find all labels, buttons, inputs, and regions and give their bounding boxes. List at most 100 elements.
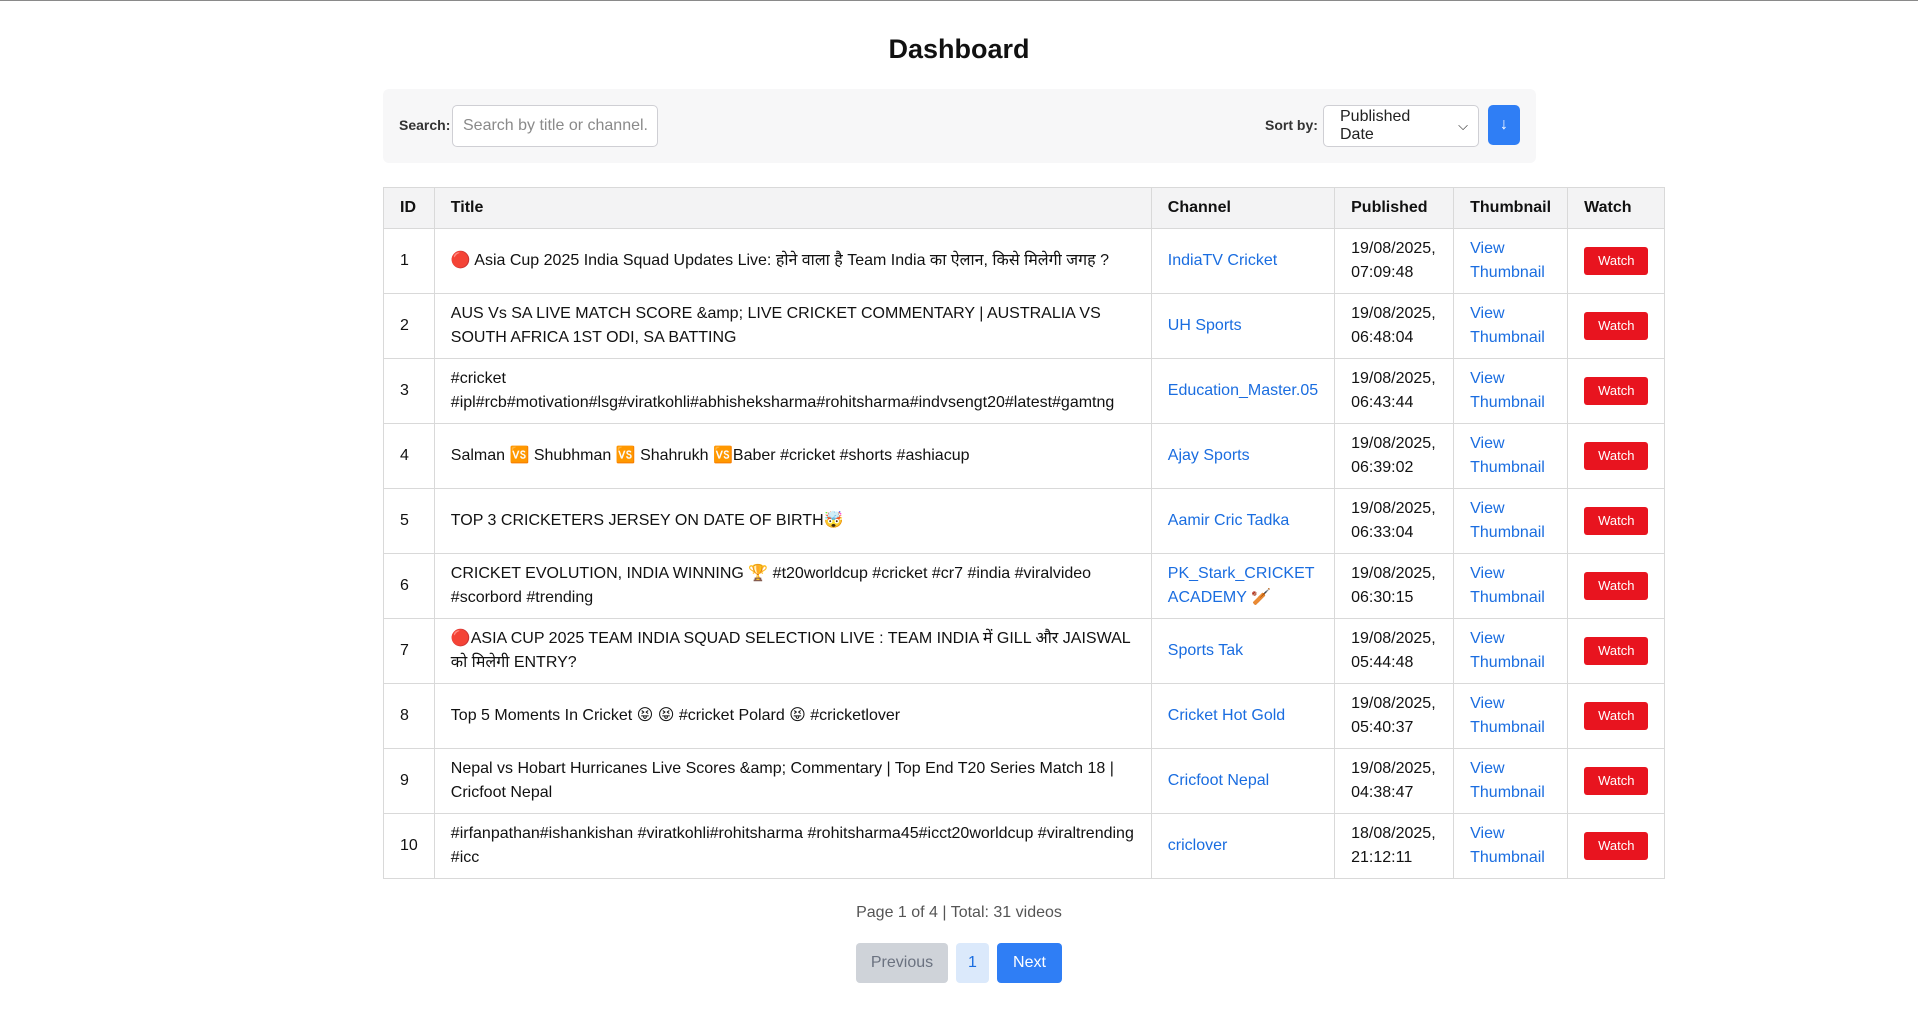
view-thumbnail-link[interactable]: View Thumbnail — [1470, 500, 1545, 541]
watch-button[interactable]: Watch — [1584, 702, 1649, 730]
row-published: 19/08/2025, 06:48:04 — [1334, 293, 1455, 359]
page-title: Dashboard — [888, 34, 1030, 64]
row-title: AUS Vs SA LIVE MATCH SCORE &amp; LIVE CR… — [433, 293, 1152, 359]
view-thumbnail-link[interactable]: View Thumbnail — [1470, 435, 1545, 476]
sort-selected-value: Published Date — [1340, 108, 1411, 143]
row-watch-cell: Watch — [1567, 618, 1666, 684]
row-title: 🔴 Asia Cup 2025 India Squad Updates Live… — [433, 228, 1152, 294]
channel-link[interactable]: IndiaTV Cricket — [1168, 252, 1277, 269]
row-channel-cell: Education_Master.05 — [1150, 358, 1336, 424]
channel-link[interactable]: Cricket Hot Gold — [1168, 707, 1285, 724]
row-title: #cricket #ipl#rcb#motivation#lsg#viratko… — [433, 358, 1152, 424]
row-published: 19/08/2025, 06:39:02 — [1334, 423, 1455, 489]
search-input[interactable] — [452, 105, 658, 147]
row-id: 2 — [383, 293, 435, 359]
row-channel-cell: criclover — [1150, 813, 1336, 879]
watch-button[interactable]: Watch — [1584, 767, 1649, 795]
pagination-info: Page 1 of 4 | Total: 31 videos — [856, 904, 1062, 921]
watch-button[interactable]: Watch — [1584, 507, 1649, 535]
channel-link[interactable]: PK_Stark_CRICKET ACADEMY 🏏 — [1168, 565, 1314, 606]
row-watch-cell: Watch — [1567, 488, 1666, 554]
watch-button[interactable]: Watch — [1584, 247, 1649, 275]
header-title: Title — [433, 187, 1152, 229]
table-row: 1 🔴 Asia Cup 2025 India Squad Updates Liv… — [383, 228, 1666, 294]
row-id: 10 — [383, 813, 435, 879]
row-channel-cell: Sports Tak — [1150, 618, 1336, 684]
watch-button[interactable]: Watch — [1584, 377, 1649, 405]
table-header-row: ID Title Channel Published Thumbnail Wat… — [383, 187, 1666, 229]
row-channel-cell: Ajay Sports — [1150, 423, 1336, 489]
row-channel-cell: Cricfoot Nepal — [1150, 748, 1336, 814]
watch-button[interactable]: Watch — [1584, 832, 1649, 860]
row-thumbnail-cell: View Thumbnail — [1453, 553, 1569, 619]
row-watch-cell: Watch — [1567, 553, 1666, 619]
channel-link[interactable]: UH Sports — [1168, 317, 1242, 334]
header-published: Published — [1334, 187, 1455, 229]
row-published: 19/08/2025, 06:30:15 — [1334, 553, 1455, 619]
row-title: Nepal vs Hobart Hurricanes Live Scores &… — [433, 748, 1152, 814]
top-border — [0, 0, 1918, 1]
channel-link[interactable]: Education_Master.05 — [1168, 382, 1318, 399]
view-thumbnail-link[interactable]: View Thumbnail — [1470, 565, 1545, 606]
row-title: TOP 3 CRICKETERS JERSEY ON DATE OF BIRTH… — [433, 488, 1152, 554]
view-thumbnail-link[interactable]: View Thumbnail — [1470, 630, 1545, 671]
channel-link[interactable]: Sports Tak — [1168, 642, 1243, 659]
controls-bar: Search: Sort by: Published Date ⌵ ↓ — [383, 89, 1536, 163]
row-published: 18/08/2025, 21:12:11 — [1334, 813, 1455, 879]
page-1-button[interactable]: 1 — [956, 943, 989, 983]
table-row: 9 Nepal vs Hobart Hurricanes Live Scores … — [383, 748, 1666, 814]
table-row: 3 #cricket #ipl#rcb#motivation#lsg#viratk… — [383, 358, 1666, 424]
row-thumbnail-cell: View Thumbnail — [1453, 683, 1569, 749]
search-label: Search: — [399, 117, 451, 133]
channel-link[interactable]: criclover — [1168, 837, 1228, 854]
row-channel-cell: Aamir Cric Tadka — [1150, 488, 1336, 554]
watch-button[interactable]: Watch — [1584, 442, 1649, 470]
channel-link[interactable]: Ajay Sports — [1168, 447, 1250, 464]
row-watch-cell: Watch — [1567, 813, 1666, 879]
sort-select[interactable]: Published Date ⌵ — [1323, 105, 1479, 147]
row-watch-cell: Watch — [1567, 423, 1666, 489]
row-published: 19/08/2025, 06:33:04 — [1334, 488, 1455, 554]
row-thumbnail-cell: View Thumbnail — [1453, 293, 1569, 359]
row-thumbnail-cell: View Thumbnail — [1453, 748, 1569, 814]
row-title: 🔴ASIA CUP 2025 TEAM INDIA SQUAD SELECTIO… — [433, 618, 1152, 684]
table-row: 2 AUS Vs SA LIVE MATCH SCORE &amp; LIVE C… — [383, 293, 1666, 359]
previous-button[interactable]: Previous — [856, 943, 948, 983]
arrow-down-icon: ↓ — [1500, 116, 1508, 133]
row-id: 3 — [383, 358, 435, 424]
row-id: 6 — [383, 553, 435, 619]
row-watch-cell: Watch — [1567, 683, 1666, 749]
table-row: 4 Salman 🆚 Shubhman 🆚 Shahrukh 🆚Baber #cr… — [383, 423, 1666, 489]
channel-link[interactable]: Aamir Cric Tadka — [1168, 512, 1290, 529]
watch-button[interactable]: Watch — [1584, 312, 1649, 340]
row-published: 19/08/2025, 06:43:44 — [1334, 358, 1455, 424]
row-title: Top 5 Moments In Cricket 😝 😝 #cricket Po… — [433, 683, 1152, 749]
row-id: 5 — [383, 488, 435, 554]
row-channel-cell: PK_Stark_CRICKET ACADEMY 🏏 — [1150, 553, 1336, 619]
header-thumbnail: Thumbnail — [1453, 187, 1569, 229]
view-thumbnail-link[interactable]: View Thumbnail — [1470, 695, 1545, 736]
view-thumbnail-link[interactable]: View Thumbnail — [1470, 825, 1545, 866]
watch-button[interactable]: Watch — [1584, 572, 1649, 600]
row-title: #irfanpathan#ishankishan #viratkohli#roh… — [433, 813, 1152, 879]
row-title: Salman 🆚 Shubhman 🆚 Shahrukh 🆚Baber #cri… — [433, 423, 1152, 489]
view-thumbnail-link[interactable]: View Thumbnail — [1470, 240, 1545, 281]
row-published: 19/08/2025, 05:44:48 — [1334, 618, 1455, 684]
sort-direction-button[interactable]: ↓ — [1488, 105, 1520, 145]
row-id: 1 — [383, 228, 435, 294]
table-row: 7 🔴ASIA CUP 2025 TEAM INDIA SQUAD SELECTI… — [383, 618, 1666, 684]
row-thumbnail-cell: View Thumbnail — [1453, 488, 1569, 554]
row-id: 7 — [383, 618, 435, 684]
watch-button[interactable]: Watch — [1584, 637, 1649, 665]
view-thumbnail-link[interactable]: View Thumbnail — [1470, 305, 1545, 346]
view-thumbnail-link[interactable]: View Thumbnail — [1470, 760, 1545, 801]
header-channel: Channel — [1150, 187, 1336, 229]
row-published: 19/08/2025, 04:38:47 — [1334, 748, 1455, 814]
channel-link[interactable]: Cricfoot Nepal — [1168, 772, 1269, 789]
next-button[interactable]: Next — [997, 943, 1062, 983]
view-thumbnail-link[interactable]: View Thumbnail — [1470, 370, 1545, 411]
row-id: 9 — [383, 748, 435, 814]
row-channel-cell: Cricket Hot Gold — [1150, 683, 1336, 749]
row-thumbnail-cell: View Thumbnail — [1453, 618, 1569, 684]
row-thumbnail-cell: View Thumbnail — [1453, 813, 1569, 879]
